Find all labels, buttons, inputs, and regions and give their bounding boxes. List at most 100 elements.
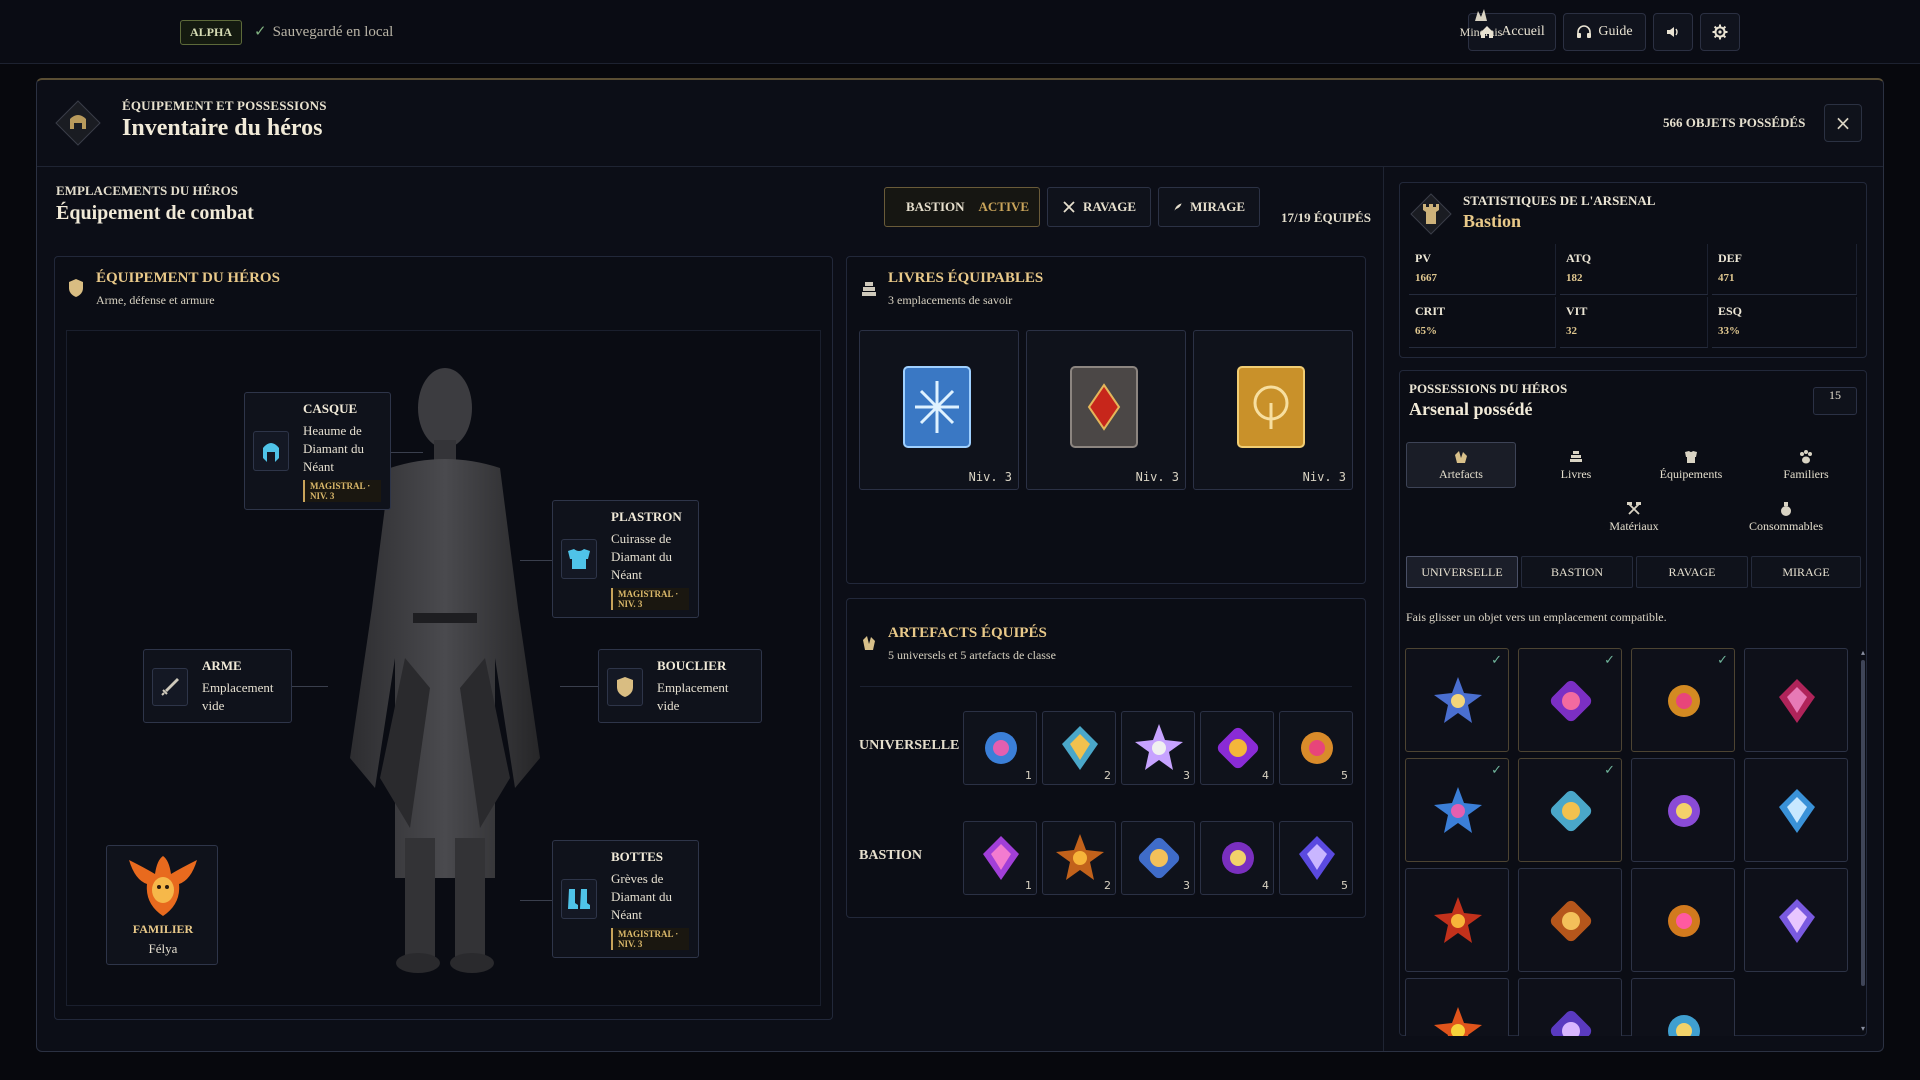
artifact-row-label: BASTION xyxy=(859,848,923,863)
inventory-scrollbar[interactable]: ▴ ▾ xyxy=(1860,648,1866,1036)
artifact-slot-number: 5 xyxy=(1341,879,1348,892)
artifact-gem-icon xyxy=(1428,891,1488,955)
settings-button[interactable] xyxy=(1700,13,1740,51)
filter-bastion[interactable]: BASTION xyxy=(1521,556,1633,588)
inventory-item[interactable] xyxy=(1405,868,1509,972)
scrollbar-thumb[interactable] xyxy=(1861,660,1865,986)
inventory-item[interactable] xyxy=(1631,978,1735,1036)
rarity-badge: MAGISTRAL · NIV. 3 xyxy=(611,928,689,950)
category-familiers[interactable]: Familiers xyxy=(1751,442,1861,488)
filter-universelle[interactable]: UNIVERSELLE xyxy=(1406,556,1518,588)
category-consommables[interactable]: Consommables xyxy=(1711,494,1861,540)
guide-button[interactable]: Guide xyxy=(1563,13,1646,51)
stat-crit: CRIT 65% xyxy=(1409,297,1556,348)
artifact-slot[interactable]: 5 xyxy=(1279,821,1353,895)
slot-casque[interactable]: CASQUE Heaume de Diamant du Néant MAGISTRA… xyxy=(244,392,391,510)
artifact-slot[interactable]: 3 xyxy=(1121,821,1195,895)
slot-name: FAMILIER xyxy=(132,922,194,936)
inventory-item[interactable] xyxy=(1744,868,1848,972)
artifact-slot[interactable]: 2 xyxy=(1042,821,1116,895)
artifacts-subtitle: 5 universels et 5 artefacts de classe xyxy=(888,648,1056,662)
book-slot-2[interactable]: Niv. 3 xyxy=(1026,330,1186,490)
inventory-item[interactable] xyxy=(1631,758,1735,862)
artifact-slot[interactable]: 4 xyxy=(1200,711,1274,785)
class-tab-bastion[interactable]: BASTION ACTIVE xyxy=(884,187,1040,227)
class-tab-label: RAVAGE xyxy=(1083,199,1136,214)
equipped-check-icon: ✓ xyxy=(1604,763,1615,778)
speaker-icon xyxy=(1667,27,1678,37)
guide-button-label: Guide xyxy=(1598,24,1633,39)
artifact-slot[interactable]: 1 xyxy=(963,711,1037,785)
books-stack-icon xyxy=(1570,450,1582,462)
filter-mirage[interactable]: MIRAGE xyxy=(1751,556,1861,588)
book-slot-3[interactable]: Niv. 3 xyxy=(1193,330,1353,490)
inventory-item[interactable]: ✓ xyxy=(1518,648,1622,752)
inventory-item[interactable]: ✓ xyxy=(1405,758,1509,862)
artifact-gem-icon xyxy=(971,828,1031,892)
owned-count: 566 OBJETS POSSÉDÉS xyxy=(1663,115,1806,130)
connector-line xyxy=(560,686,598,687)
books-subtitle: 3 emplacements de savoir xyxy=(888,293,1013,307)
artifact-gem-icon xyxy=(1428,1001,1488,1036)
artifacts-title: ARTEFACTS ÉQUIPÉS xyxy=(888,625,1047,641)
artifact-gem-icon xyxy=(1767,671,1827,735)
slot-arme[interactable]: ARME Emplacement vide xyxy=(143,649,292,723)
inventory-item[interactable] xyxy=(1405,978,1509,1036)
inventory-item[interactable] xyxy=(1518,868,1622,972)
category-equipements[interactable]: Équipements xyxy=(1636,442,1746,488)
book-slot-1[interactable]: Niv. 3 xyxy=(859,330,1019,490)
class-tab-ravage[interactable]: RAVAGE xyxy=(1047,187,1151,227)
artifact-gem-icon xyxy=(1654,671,1714,735)
slot-bouclier[interactable]: BOUCLIER Emplacement vide xyxy=(598,649,762,723)
paw-icon xyxy=(1800,449,1812,463)
slot-bottes[interactable]: BOTTES Grèves de Diamant du Néant MAGISTRA… xyxy=(552,840,699,958)
class-tab-label: MIRAGE xyxy=(1190,199,1245,214)
drag-hint: Fais glisser un objet vers un emplacemen… xyxy=(1406,610,1667,624)
active-label: ACTIVE xyxy=(978,199,1030,214)
scroll-up-icon[interactable]: ▴ xyxy=(1861,648,1865,657)
artifact-slot-number: 4 xyxy=(1262,769,1269,782)
inventory-item[interactable]: ✓ xyxy=(1405,648,1509,752)
phoenix-familiar-icon xyxy=(129,856,197,916)
artifact-slot[interactable]: 2 xyxy=(1042,711,1116,785)
artifact-slot[interactable]: 1 xyxy=(963,821,1037,895)
artifact-row-label: UNIVERSELLE xyxy=(859,738,960,753)
stats-kicker: STATISTIQUES DE L'ARSENAL xyxy=(1463,193,1656,208)
slot-item: Cuirasse de Diamant du Néant xyxy=(611,531,673,582)
filter-ravage[interactable]: RAVAGE xyxy=(1636,556,1748,588)
category-minerais[interactable]: Minerais xyxy=(1406,0,1556,46)
artifact-slot[interactable]: 3 xyxy=(1121,711,1195,785)
artifact-gem-icon xyxy=(1050,718,1110,782)
category-livres[interactable]: Livres xyxy=(1521,442,1631,488)
category-artefacts[interactable]: Artefacts xyxy=(1406,442,1516,488)
scroll-down-icon[interactable]: ▾ xyxy=(1861,1024,1865,1033)
artifact-gem-icon xyxy=(1428,671,1488,735)
save-status: ✓ Sauvegardé en local xyxy=(254,22,393,41)
category-label: Équipements xyxy=(1659,466,1723,481)
close-icon: × xyxy=(1834,111,1852,135)
sound-button[interactable] xyxy=(1653,13,1693,51)
inventory-item[interactable] xyxy=(1744,648,1848,752)
artifact-gem-icon xyxy=(1767,781,1827,845)
inventory-item[interactable]: ✓ xyxy=(1631,648,1735,752)
equipped-check-icon: ✓ xyxy=(1717,653,1728,668)
artifact-gem-icon xyxy=(1541,781,1601,845)
artifact-slot[interactable]: 4 xyxy=(1200,821,1274,895)
slot-name: BOTTES xyxy=(611,849,664,864)
slot-familier[interactable]: FAMILIER Félya xyxy=(106,845,218,965)
slot-item: Emplacement vide xyxy=(202,680,274,713)
close-button[interactable]: × xyxy=(1824,104,1862,142)
artifact-gem-icon xyxy=(1050,828,1110,892)
slot-plastron[interactable]: PLASTRON Cuirasse de Diamant du Néant MAGI… xyxy=(552,500,699,618)
inventory-item[interactable] xyxy=(1631,868,1735,972)
inventory-item[interactable] xyxy=(1744,758,1848,862)
artifacts-divider xyxy=(860,686,1352,687)
hammer-pick-icon xyxy=(1627,501,1641,515)
inventory-item[interactable]: ✓ xyxy=(1518,758,1622,862)
artifact-slot[interactable]: 5 xyxy=(1279,711,1353,785)
class-tab-mirage[interactable]: MIRAGE xyxy=(1158,187,1260,227)
category-materiaux[interactable]: Matériaux xyxy=(1559,494,1709,540)
artifact-slot-number: 1 xyxy=(1025,879,1032,892)
inventory-item[interactable] xyxy=(1518,978,1622,1036)
artifact-gem-icon xyxy=(1129,828,1189,892)
